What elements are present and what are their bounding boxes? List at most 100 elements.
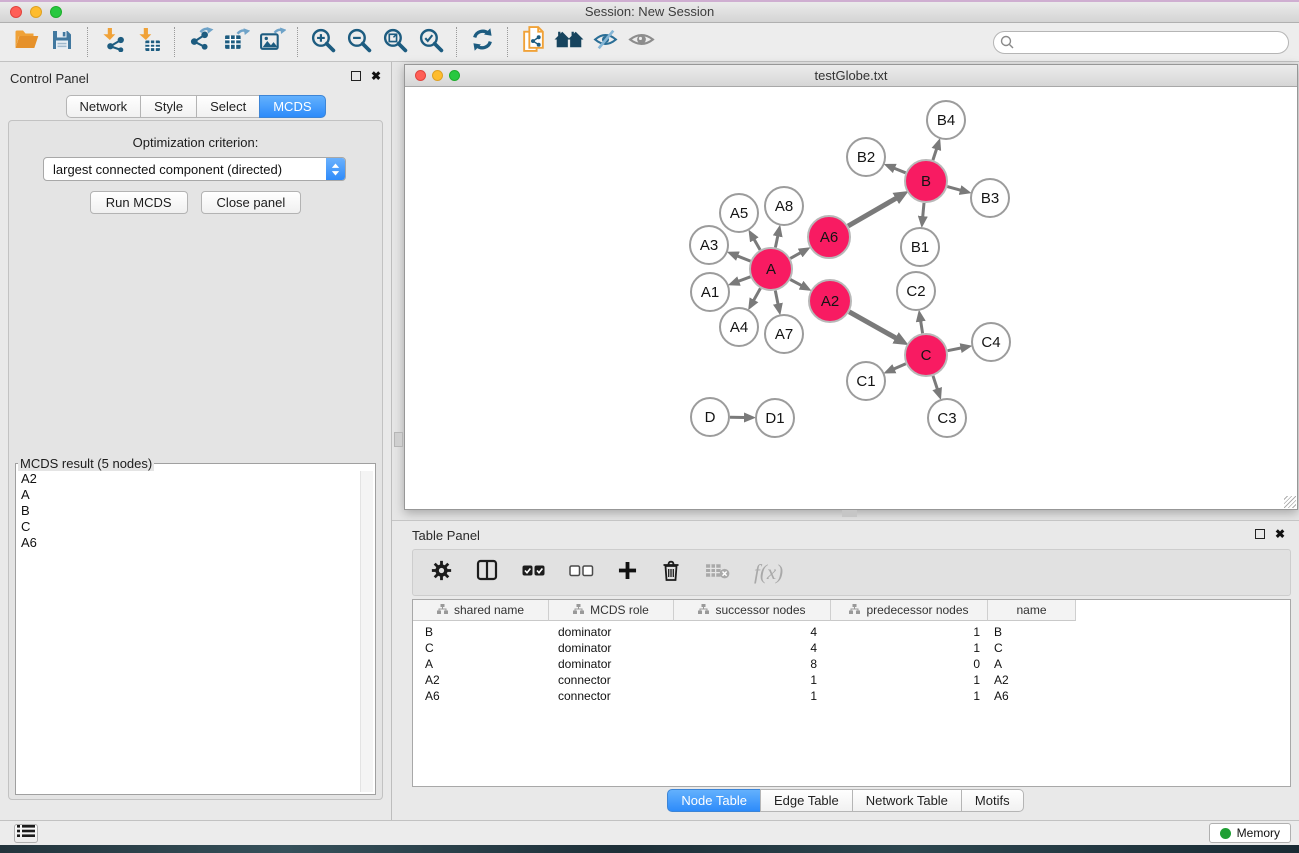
network-documents-button[interactable] [515,25,551,59]
column-header-successor-nodes[interactable]: successor nodes [674,600,831,621]
graph-edge-A-A5[interactable] [754,239,760,250]
tab-motifs[interactable]: Motifs [961,789,1024,812]
close-panel-icon[interactable]: ✖ [371,71,381,81]
graph-edge-A-A6[interactable] [790,253,801,259]
table-cell[interactable]: 1 [831,689,988,703]
zoom-fit-button[interactable] [377,25,413,59]
graph-edge-B-B2[interactable] [894,168,906,173]
table-cell[interactable]: connector [549,673,674,687]
graph-node-C1[interactable]: C1 [847,362,885,400]
zoom-in-button[interactable] [305,25,341,59]
search-input[interactable] [993,31,1289,54]
run-mcds-button[interactable]: Run MCDS [90,191,188,214]
graph-edge-A-A7[interactable] [775,291,778,305]
gear-button[interactable] [431,560,452,586]
close-panel-button[interactable]: Close panel [201,191,302,214]
tab-network-table[interactable]: Network Table [852,789,962,812]
table-cell[interactable]: A [988,657,1076,671]
close-window-button[interactable] [10,6,22,18]
show-eye-button[interactable] [623,25,659,59]
tab-style[interactable]: Style [140,95,197,118]
graph-node-A4[interactable]: A4 [720,308,758,346]
graph-edge-C-C4[interactable] [948,348,962,351]
table-cell[interactable]: C [988,641,1076,655]
network-close-button[interactable] [415,70,426,81]
graph-edge-C-C3[interactable] [933,376,938,390]
graph-node-B[interactable]: B [905,160,947,202]
graph-node-A1[interactable]: A1 [691,273,729,311]
table-cell[interactable]: 1 [831,641,988,655]
save-floppy-button[interactable] [44,25,80,59]
add-column-button[interactable] [618,561,637,585]
graph-node-C3[interactable]: C3 [928,399,966,437]
table-row[interactable]: A6connector11A6 [413,688,1290,704]
import-network-button[interactable] [95,25,131,59]
tab-network[interactable]: Network [65,95,141,118]
graph-edge-B-B1[interactable] [923,203,924,217]
graph-edge-A-A1[interactable] [738,277,750,282]
table-row[interactable]: Cdominator41C [413,640,1290,656]
table-cell[interactable]: B [413,625,549,639]
table-cell[interactable]: C [413,641,549,655]
select-all-button[interactable] [522,564,545,582]
table-cell[interactable]: dominator [549,641,674,655]
network-maximize-button[interactable] [449,70,460,81]
tab-mcds[interactable]: MCDS [259,95,325,118]
export-network-button[interactable] [182,25,218,59]
refresh-button[interactable] [464,25,500,59]
horizontal-scrollbar-thumb[interactable] [842,510,857,517]
table-cell[interactable]: dominator [549,657,674,671]
graph-edge-B-B4[interactable] [933,149,937,161]
table-cell[interactable]: 1 [831,625,988,639]
result-list-scrollbar[interactable] [360,471,373,792]
delete-column-button[interactable] [661,559,681,587]
show-panel-list-button[interactable] [14,824,38,843]
graph-edge-A-A3[interactable] [737,256,751,261]
vertical-scrollbar-thumb[interactable] [394,432,403,447]
column-header-predecessor-nodes[interactable]: predecessor nodes [831,600,988,621]
tab-node-table[interactable]: Node Table [667,789,761,812]
mcds-result-item[interactable]: B [18,503,359,519]
table-row[interactable]: A2connector11A2 [413,672,1290,688]
mcds-result-item[interactable]: C [18,519,359,535]
tab-select[interactable]: Select [196,95,260,118]
column-header-mcds-role[interactable]: MCDS role [549,600,674,621]
table-cell[interactable]: 1 [674,689,831,703]
table-cell[interactable]: 8 [674,657,831,671]
table-cell[interactable]: connector [549,689,674,703]
graph-edge-A6-B[interactable] [848,198,897,226]
float-table-panel-icon[interactable] [1255,529,1265,539]
mcds-result-item[interactable]: A [18,487,359,503]
graph-node-A5[interactable]: A5 [720,194,758,232]
table-cell[interactable]: 1 [674,673,831,687]
table-cell[interactable]: A6 [413,689,549,703]
graph-edge-C-C2[interactable] [921,321,923,334]
minimize-window-button[interactable] [30,6,42,18]
graph-edge-C-C1[interactable] [894,364,906,369]
hide-eye-button[interactable] [587,25,623,59]
memory-button[interactable]: Memory [1209,823,1291,843]
graph-edge-A-A4[interactable] [754,288,761,300]
graph-node-D[interactable]: D [691,398,729,436]
graph-edge-A-A8[interactable] [775,235,778,247]
graph-node-D1[interactable]: D1 [756,399,794,437]
graph-node-C4[interactable]: C4 [972,323,1010,361]
graph-node-A3[interactable]: A3 [690,226,728,264]
zoom-selected-button[interactable] [413,25,449,59]
open-folder-button[interactable] [8,25,44,59]
zoom-out-button[interactable] [341,25,377,59]
graph-edge-A2-C[interactable] [849,312,896,339]
graph-node-B1[interactable]: B1 [901,228,939,266]
graph-node-A2[interactable]: A2 [809,280,851,322]
mcds-result-item[interactable]: A6 [18,535,359,551]
graph-node-A8[interactable]: A8 [765,187,803,225]
table-row[interactable]: Adominator80A [413,656,1290,672]
graph-node-C[interactable]: C [905,334,947,376]
export-image-button[interactable] [254,25,290,59]
criterion-select[interactable]: largest connected component (directed) [43,157,346,181]
graph-node-B2[interactable]: B2 [847,138,885,176]
table-cell[interactable]: A2 [988,673,1076,687]
export-table-button[interactable] [218,25,254,59]
table-cell[interactable]: 4 [674,641,831,655]
table-cell[interactable]: 4 [674,625,831,639]
